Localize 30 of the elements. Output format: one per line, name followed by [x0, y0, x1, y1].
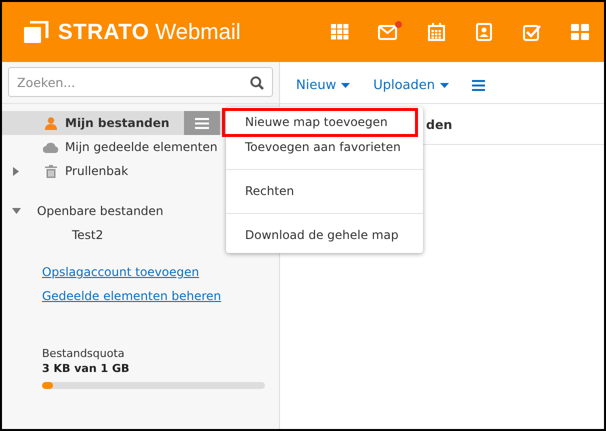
link[interactable]: Gedeelde elementen beheren [42, 287, 222, 305]
caret-icon[interactable] [341, 83, 350, 88]
folder-menu-button[interactable] [184, 111, 220, 135]
cloud-icon [43, 142, 59, 152]
mail-icon[interactable] [378, 24, 398, 40]
column-header: den [426, 116, 452, 132]
logo-icon [24, 21, 50, 43]
search-icon[interactable] [250, 76, 264, 90]
menu-item[interactable]: Toevoegen aan favorieten [226, 135, 423, 160]
collapsed-caret-icon[interactable] [13, 166, 19, 176]
menu-icon[interactable] [472, 80, 486, 91]
dropdown-button[interactable]: Uploaden [373, 78, 450, 93]
contacts-icon[interactable] [476, 23, 492, 41]
quota-title: Bestandsquota [42, 347, 126, 360]
quota-usage: 3 KB van 1 GB [42, 362, 130, 375]
calendar-icon[interactable] [428, 23, 444, 41]
product-name: Webmail [155, 19, 241, 45]
caret-icon[interactable] [440, 83, 450, 88]
expanded-caret-icon[interactable] [12, 208, 20, 214]
search-field[interactable]: Zoeken... [8, 67, 273, 97]
link[interactable]: Opslagaccount toevoegen [42, 263, 200, 281]
trash-icon [45, 164, 57, 178]
menu-item[interactable]: Download de gehele map [226, 223, 423, 248]
dropdown-button[interactable]: Nieuw [296, 78, 350, 93]
checkbox-icon[interactable] [523, 24, 541, 40]
person-icon [45, 116, 57, 130]
tiles-icon[interactable] [571, 24, 589, 40]
menu-icon[interactable] [195, 118, 209, 128]
brand-name: STRATO [58, 19, 150, 45]
grid-icon[interactable] [331, 24, 349, 40]
